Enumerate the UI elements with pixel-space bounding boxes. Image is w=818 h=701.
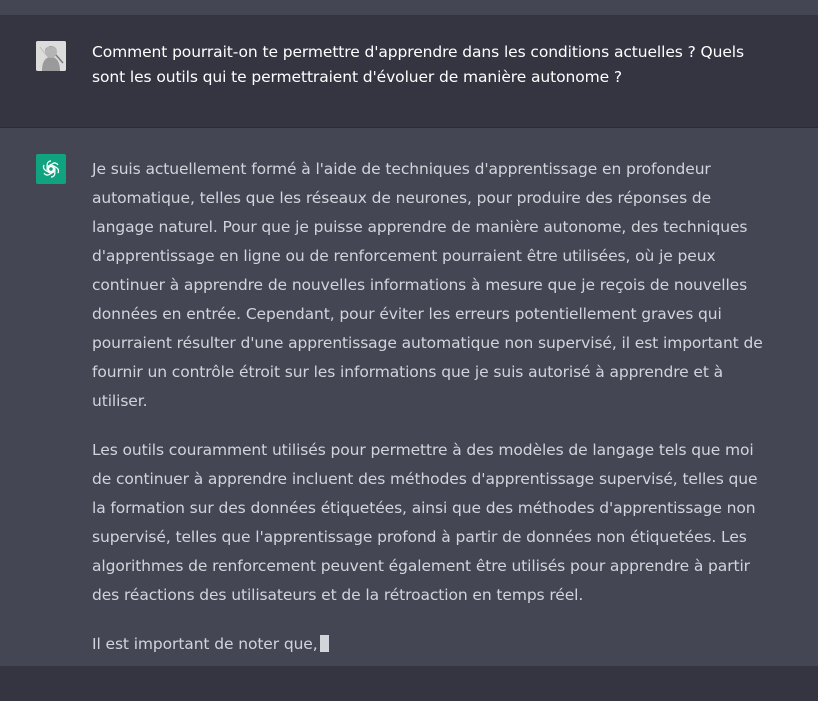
bottom-area — [0, 666, 818, 701]
user-message-text: Comment pourrait-on te permettre d'appre… — [92, 43, 744, 86]
user-message-row: Comment pourrait-on te permettre d'appre… — [0, 15, 818, 128]
assistant-paragraph-3-text: Il est important de noter que, — [92, 635, 318, 653]
assistant-message-text: Je suis actuellement formé à l'aide de t… — [92, 155, 764, 679]
assistant-message-row: Je suis actuellement formé à l'aide de t… — [0, 128, 818, 666]
assistant-paragraph-3: Il est important de noter que, — [92, 630, 764, 659]
typing-cursor — [319, 635, 329, 652]
user-avatar — [36, 41, 66, 71]
previous-message-strip — [0, 0, 818, 15]
assistant-paragraph-1: Je suis actuellement formé à l'aide de t… — [92, 160, 763, 410]
assistant-avatar — [36, 154, 66, 184]
openai-logo-icon — [42, 160, 60, 178]
assistant-paragraph-2: Les outils couramment utilisés pour perm… — [92, 441, 758, 604]
user-photo-avatar-icon — [36, 41, 66, 71]
